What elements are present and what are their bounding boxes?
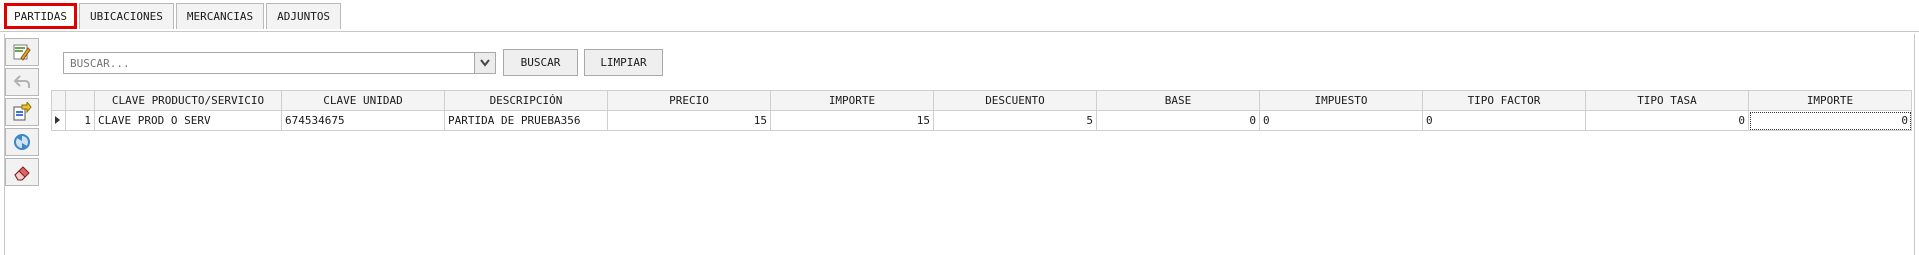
search-field[interactable]	[63, 52, 496, 74]
table-cell[interactable]: 0	[1259, 110, 1423, 131]
edit-icon	[13, 44, 31, 61]
chevron-down-icon	[480, 59, 490, 67]
column-header[interactable]: CLAVE UNIDAD	[281, 90, 445, 111]
row-number-header	[65, 90, 95, 111]
column-header[interactable]: TIPO FACTOR	[1422, 90, 1586, 111]
table-cell-selected[interactable]: 0	[1748, 110, 1912, 131]
table-cell[interactable]: 15	[770, 110, 934, 131]
clear-search-button[interactable]: LIMPIAR	[584, 49, 663, 76]
tab-ubicaciones[interactable]: UBICACIONES	[78, 3, 174, 29]
tab-mercancias[interactable]: MERCANCIAS	[175, 3, 265, 29]
tab-partidas[interactable]: PARTIDAS	[4, 3, 77, 29]
table-cell[interactable]: 674534675	[281, 110, 445, 131]
column-header[interactable]: PRECIO	[607, 90, 771, 111]
row-selector-header	[51, 90, 66, 111]
eraser-icon	[14, 166, 30, 181]
export-icon	[13, 102, 32, 121]
clear-button[interactable]	[5, 158, 39, 186]
table-row[interactable]: 1 CLAVE PROD O SERV 674534675 PARTIDA DE…	[51, 110, 1912, 131]
undo-icon	[13, 75, 30, 88]
table-cell[interactable]: 0	[1585, 110, 1749, 131]
search-dropdown-button[interactable]	[474, 53, 495, 73]
column-header[interactable]: BASE	[1096, 90, 1260, 111]
row-number: 1	[65, 110, 95, 131]
search-button[interactable]: BUSCAR	[503, 49, 578, 76]
column-header[interactable]: DESCRIPCIÓN	[444, 90, 608, 111]
column-header[interactable]: DESCUENTO	[933, 90, 1097, 111]
column-header[interactable]: IMPORTE	[770, 90, 934, 111]
current-row-icon	[55, 116, 60, 124]
table-cell[interactable]: 5	[933, 110, 1097, 131]
column-header[interactable]: IMPUESTO	[1259, 90, 1423, 111]
tab-bar: PARTIDAS UBICACIONES MERCANCIAS ADJUNTOS	[4, 3, 343, 31]
refresh-icon	[14, 134, 30, 150]
items-table: CLAVE PRODUCTO/SERVICIO CLAVE UNIDAD DES…	[51, 90, 1912, 131]
edit-button[interactable]	[5, 38, 39, 66]
table-cell[interactable]: 0	[1422, 110, 1586, 131]
column-header[interactable]: CLAVE PRODUCTO/SERVICIO	[94, 90, 282, 111]
table-cell[interactable]: 0	[1096, 110, 1260, 131]
refresh-button[interactable]	[5, 128, 39, 156]
table-header-row: CLAVE PRODUCTO/SERVICIO CLAVE UNIDAD DES…	[51, 90, 1912, 111]
table-cell[interactable]: PARTIDA DE PRUEBA356	[444, 110, 608, 131]
side-toolbar	[5, 38, 41, 188]
table-cell[interactable]: 15	[607, 110, 771, 131]
table-cell[interactable]: CLAVE PROD O SERV	[94, 110, 282, 131]
undo-button[interactable]	[5, 68, 39, 96]
tab-divider	[0, 31, 1919, 32]
row-selector[interactable]	[51, 110, 66, 131]
column-header[interactable]: TIPO TASA	[1585, 90, 1749, 111]
search-input[interactable]	[64, 53, 476, 73]
column-header[interactable]: IMPORTE	[1748, 90, 1912, 111]
export-button[interactable]	[5, 98, 39, 126]
tab-adjuntos[interactable]: ADJUNTOS	[266, 3, 342, 29]
